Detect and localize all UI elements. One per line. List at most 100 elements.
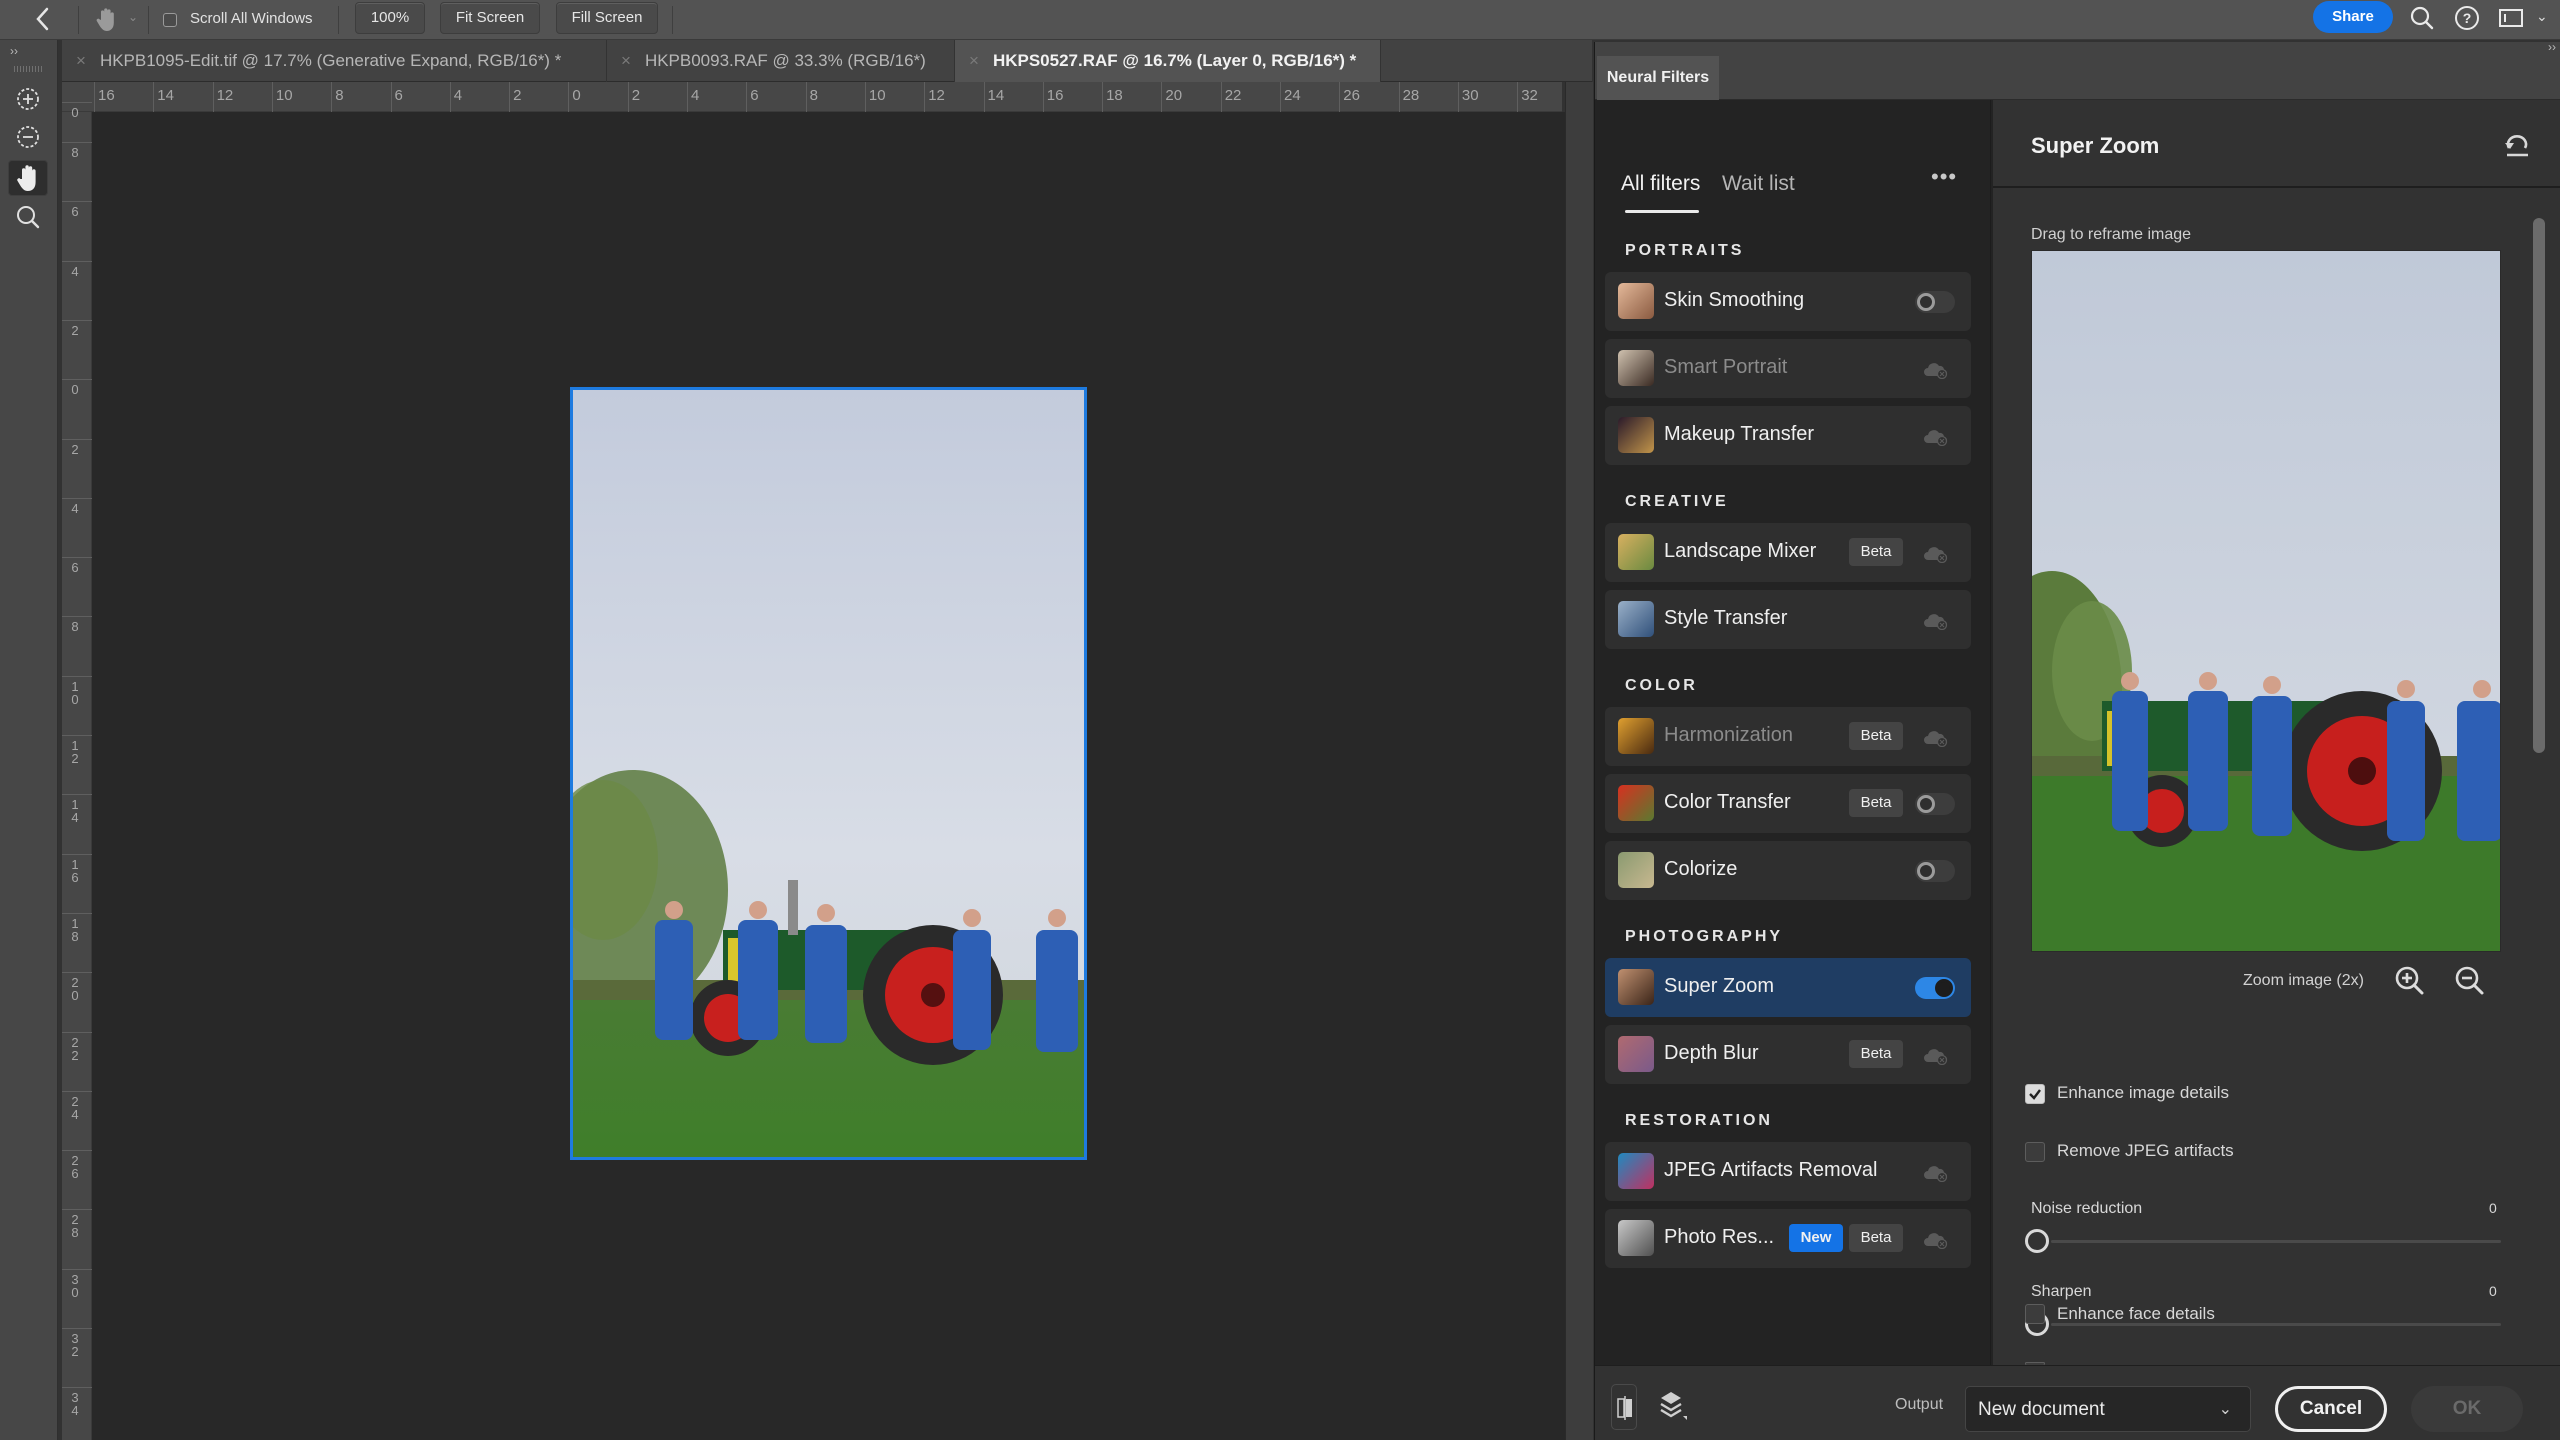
document-tab[interactable]: × HKPB1095-Edit.tif @ 17.7% (Generative E… xyxy=(62,40,607,82)
fit-screen-button[interactable]: Fit Screen xyxy=(440,2,540,34)
ruler-tick-label: 6 xyxy=(394,87,403,104)
filter-row[interactable]: Style Transfer xyxy=(1605,590,1971,649)
ruler-tick-label: 1 4 xyxy=(71,797,79,826)
toggle-knob xyxy=(1917,293,1935,311)
zoom-out-button[interactable] xyxy=(2453,964,2487,998)
tool-preset-picker[interactable] xyxy=(92,4,122,34)
document-tab-bar: × HKPB1095-Edit.tif @ 17.7% (Generative E… xyxy=(62,40,1592,82)
ruler-tick-label: 6 xyxy=(750,87,759,104)
document-image[interactable] xyxy=(570,387,1087,1160)
ruler-tick-label: 10 xyxy=(275,87,293,104)
filter-row[interactable]: Harmonization Beta xyxy=(1605,707,1971,766)
filter-toggle[interactable] xyxy=(1915,977,1955,999)
ruler-major-tick xyxy=(62,1387,92,1389)
zoom-in-tool[interactable] xyxy=(8,82,48,116)
filter-row[interactable]: Depth Blur Beta xyxy=(1605,1025,1971,1084)
help-button[interactable]: ? xyxy=(2452,3,2482,33)
noise-reduction-track[interactable] xyxy=(2051,1240,2501,1243)
filter-row[interactable]: Skin Smoothing xyxy=(1605,272,1971,331)
cloud-download-icon[interactable] xyxy=(1923,729,1949,748)
expand-panel-icon[interactable]: ›› xyxy=(2548,40,2560,60)
cloud-download-icon[interactable] xyxy=(1923,1164,1949,1183)
hand-tool[interactable] xyxy=(8,160,48,196)
hand-icon xyxy=(96,8,114,31)
vertical-ruler[interactable]: 0 8 6 4 2 0 2 4 6 8 1 0 1 2 1 4 1 6 1 8 2 0 2 2 2 4 2 6 2 8… xyxy=(62,102,92,1440)
noise-reduction-slider[interactable] xyxy=(2025,1229,2049,1253)
workspace-button[interactable] xyxy=(2496,3,2526,33)
expand-panel-icon[interactable]: ›› xyxy=(10,44,18,58)
zoom-in-button[interactable] xyxy=(2393,964,2427,998)
ruler-major-tick xyxy=(390,82,392,112)
ruler-major-tick xyxy=(1280,82,1281,112)
filter-row[interactable]: Super Zoom xyxy=(1605,958,1971,1017)
filter-row[interactable]: Makeup Transfer xyxy=(1605,406,1971,465)
cloud-download-icon[interactable] xyxy=(1923,428,1949,447)
filter-row[interactable]: JPEG Artifacts Removal xyxy=(1605,1142,1971,1201)
ruler-major-tick xyxy=(1398,82,1400,112)
settings-scrollbar[interactable] xyxy=(2533,218,2545,753)
close-tab-icon[interactable]: × xyxy=(621,51,631,70)
compare-button[interactable] xyxy=(1611,1384,1637,1430)
horizontal-ruler[interactable]: 16 14 12 10 8 6 4 2 0 2 4 6 8 10 12 14 16 18 20 22 24 26 28 30 3… xyxy=(62,82,1562,112)
document-tab-active[interactable]: × HKPS0527.RAF @ 16.7% (Layer 0, RGB/16*)… xyxy=(955,40,1381,82)
filter-toggle[interactable] xyxy=(1915,793,1955,815)
back-button[interactable] xyxy=(28,4,58,34)
filter-row[interactable]: Photo Res... New Beta xyxy=(1605,1209,1971,1268)
filter-row[interactable]: Color Transfer Beta xyxy=(1605,774,1971,833)
beta-badge: Beta xyxy=(1849,789,1903,817)
divider xyxy=(672,6,673,34)
scroll-all-windows-label: Scroll All Windows xyxy=(190,10,313,27)
filter-toggle[interactable] xyxy=(1915,291,1955,313)
layers-output-button[interactable] xyxy=(1657,1388,1687,1422)
reset-button[interactable] xyxy=(2503,134,2531,158)
cloud-download-icon[interactable] xyxy=(1923,1047,1949,1066)
canvas-scroll-gutter xyxy=(1565,82,1593,1440)
divider xyxy=(338,6,339,34)
section-heading: COLOR xyxy=(1625,677,1698,694)
ruler-tick-label: 18 xyxy=(1106,87,1123,104)
share-button[interactable]: Share xyxy=(2313,1,2393,33)
filter-toggle[interactable] xyxy=(1915,860,1955,882)
fill-screen-button[interactable]: Fill Screen xyxy=(556,2,658,34)
ruler-major-tick xyxy=(924,82,926,112)
search-icon xyxy=(2410,6,2434,30)
scroll-all-windows-checkbox[interactable] xyxy=(163,13,177,27)
chevron-down-icon[interactable]: ⌄ xyxy=(128,10,138,24)
magnifier-icon xyxy=(17,206,40,229)
zoom-image-label: Zoom image (2x) xyxy=(2243,972,2364,989)
beta-badge: Beta xyxy=(1849,722,1903,750)
remove-jpeg-artifacts-checkbox[interactable] xyxy=(2025,1142,2045,1162)
ruler-major-tick xyxy=(62,1090,92,1092)
zoom-100-button[interactable]: 100% xyxy=(355,2,425,34)
zoom-out-tool[interactable] xyxy=(8,120,48,154)
filter-row[interactable]: Colorize xyxy=(1605,841,1971,900)
close-tab-icon[interactable]: × xyxy=(969,51,979,70)
ok-button[interactable]: OK xyxy=(2411,1386,2523,1432)
filter-row[interactable]: Smart Portrait xyxy=(1605,339,1971,398)
cloud-download-icon[interactable] xyxy=(1923,361,1949,380)
ruler-tick-label: 8 xyxy=(71,145,79,160)
ruler-tick-label: 8 xyxy=(809,87,818,104)
cloud-download-icon[interactable] xyxy=(1923,1231,1949,1250)
cloud-download-icon[interactable] xyxy=(1923,612,1949,631)
chevron-down-icon[interactable]: ⌄ xyxy=(2536,8,2548,25)
neural-filters-tab[interactable]: Neural Filters xyxy=(1597,56,1719,100)
drag-grip[interactable] xyxy=(14,66,44,72)
document-tab-title: HKPS0527.RAF @ 16.7% (Layer 0, RGB/16*) … xyxy=(992,51,1357,70)
cancel-button[interactable]: Cancel xyxy=(2275,1386,2387,1432)
filter-sections: PORTRAITS Skin Smoothing Smart Portrait Mak… xyxy=(1595,100,1991,1365)
output-dropdown[interactable]: New document ⌄ xyxy=(1965,1386,2251,1432)
close-tab-icon[interactable]: × xyxy=(76,51,86,70)
enhance-face-details-checkbox[interactable] xyxy=(2025,1304,2045,1324)
cloud-download-icon[interactable] xyxy=(1923,545,1949,564)
filter-thumbnail xyxy=(1618,350,1654,386)
filter-row[interactable]: Landscape Mixer Beta xyxy=(1605,523,1971,582)
filter-name: Makeup Transfer xyxy=(1664,423,1815,445)
document-tab[interactable]: × HKPB0093.RAF @ 33.3% (RGB/16*) xyxy=(607,40,955,82)
zoom-tool[interactable] xyxy=(8,200,48,234)
ruler-major-tick xyxy=(864,82,866,112)
ruler-major-tick xyxy=(62,438,92,440)
search-button[interactable] xyxy=(2407,3,2437,33)
enhance-image-details-checkbox[interactable] xyxy=(2025,1084,2045,1104)
preview-image[interactable] xyxy=(2031,250,2501,952)
